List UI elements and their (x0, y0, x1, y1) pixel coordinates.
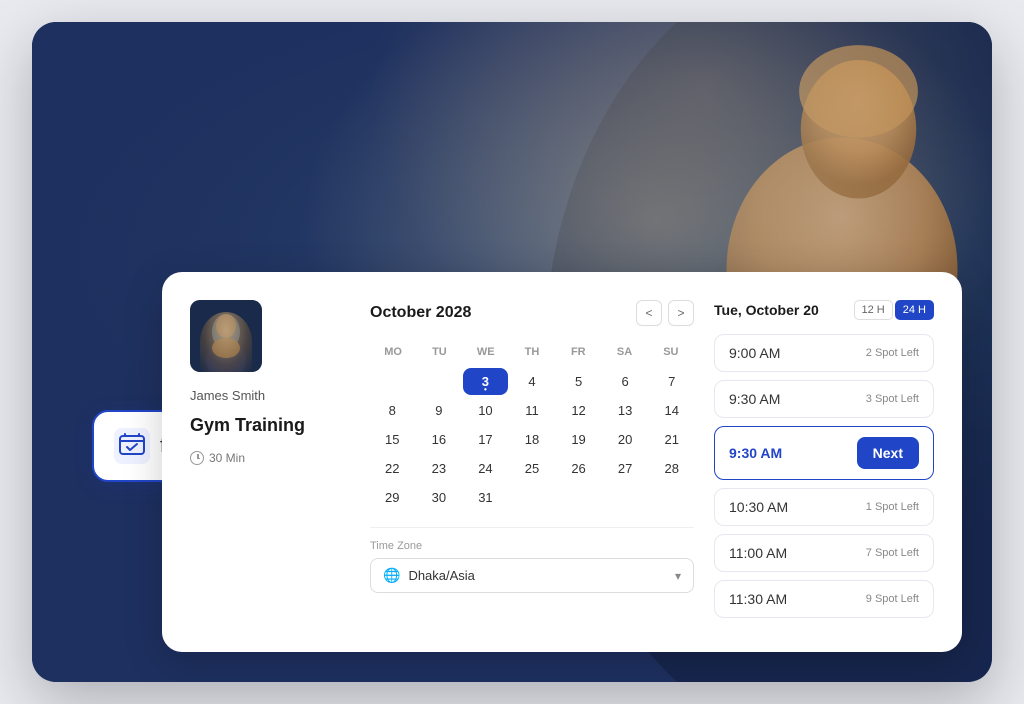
day-header-tu: TU (416, 342, 462, 362)
time-slots-panel: Tue, October 20 12 H 24 H 9:00 AM 2 Spot… (714, 300, 934, 624)
day-cell (417, 368, 462, 395)
calendar-grid: MO TU WE TH FR SA SU 34567 891011121314 15… (370, 342, 694, 511)
selected-date: Tue, October 20 (714, 302, 819, 318)
day-cell[interactable]: 9 (417, 397, 462, 424)
slot-right-active: Next (857, 437, 919, 469)
slot-time: 11:30 AM (729, 591, 787, 607)
day-cell[interactable]: 17 (463, 426, 508, 453)
app-frame: fluentBooking James Smith Gym Training 3… (32, 22, 992, 682)
trainer-info-panel: James Smith Gym Training 30 Min (190, 300, 350, 624)
timezone-select[interactable]: 🌐 Dhaka/Asia ▾ (370, 558, 694, 593)
day-cell[interactable]: 12 (556, 397, 601, 424)
slot-right: 2 Spot Left (866, 347, 919, 359)
booking-card: James Smith Gym Training 30 Min October … (162, 272, 962, 652)
day-cell[interactable]: 22 (370, 455, 415, 482)
slot-right: 9 Spot Left (866, 593, 919, 605)
day-headers: MO TU WE TH FR SA SU (370, 342, 694, 362)
chevron-down-icon: ▾ (675, 569, 681, 583)
day-cell[interactable]: 15 (370, 426, 415, 453)
day-cell[interactable]: 28 (649, 455, 694, 482)
time-slots-list: 9:00 AM 2 Spot Left 9:30 AM 3 Spot Left … (714, 334, 934, 618)
day-header-mo: MO (370, 342, 416, 362)
trainer-name: James Smith (190, 388, 350, 403)
24h-format-button[interactable]: 24 H (895, 300, 934, 320)
day-cell[interactable]: 13 (603, 397, 648, 424)
day-cell[interactable]: 27 (603, 455, 648, 482)
slot-time: 11:00 AM (729, 545, 787, 561)
trainer-avatar (190, 300, 262, 372)
clock-icon (190, 451, 204, 465)
day-cell[interactable]: 20 (603, 426, 648, 453)
slot-spots: 2 Spot Left (866, 347, 919, 359)
slot-right: 3 Spot Left (866, 393, 919, 405)
day-cell[interactable]: 4 (510, 368, 555, 395)
day-header-we: WE (463, 342, 509, 362)
slot-time: 9:00 AM (729, 345, 780, 361)
day-cell[interactable]: 19 (556, 426, 601, 453)
slot-time: 9:30 AM (729, 391, 780, 407)
time-format-toggle: 12 H 24 H (854, 300, 935, 320)
brand-icon (114, 428, 150, 464)
day-cell[interactable]: 24 (463, 455, 508, 482)
day-cell (556, 484, 601, 511)
days-grid: 3456789101112131415161718192021222324252… (370, 368, 694, 511)
day-cell (649, 484, 694, 511)
slot-time-active: 9:30 AM (729, 445, 782, 461)
day-cell (510, 484, 555, 511)
day-cell[interactable]: 21 (649, 426, 694, 453)
day-cell[interactable]: 8 (370, 397, 415, 424)
day-cell[interactable]: 7 (649, 368, 694, 395)
slot-time: 10:30 AM (729, 499, 788, 515)
day-cell[interactable]: 30 (417, 484, 462, 511)
slot-spots: 9 Spot Left (866, 593, 919, 605)
day-header-sa: SA (601, 342, 647, 362)
day-cell (603, 484, 648, 511)
timezone-row: Time Zone 🌐 Dhaka/Asia ▾ (370, 527, 694, 593)
time-slot[interactable]: 9:30 AM 3 Spot Left (714, 380, 934, 418)
next-button[interactable]: Next (857, 437, 919, 469)
day-cell[interactable]: 29 (370, 484, 415, 511)
day-header-su: SU (648, 342, 694, 362)
prev-month-button[interactable]: < (636, 300, 662, 326)
day-cell[interactable]: 31 (463, 484, 508, 511)
time-slot[interactable]: 11:30 AM 9 Spot Left (714, 580, 934, 618)
12h-format-button[interactable]: 12 H (854, 300, 893, 320)
day-cell[interactable]: 25 (510, 455, 555, 482)
nav-buttons: < > (636, 300, 694, 326)
day-cell[interactable]: 14 (649, 397, 694, 424)
day-cell[interactable]: 11 (510, 397, 555, 424)
day-cell[interactable]: 10 (463, 397, 508, 424)
time-slot[interactable]: 9:00 AM 2 Spot Left (714, 334, 934, 372)
day-header-th: TH (509, 342, 555, 362)
calendar-panel: October 2028 < > MO TU WE TH FR SA SU (370, 300, 694, 624)
day-cell[interactable]: 23 (417, 455, 462, 482)
time-slot[interactable]: 10:30 AM 1 Spot Left (714, 488, 934, 526)
day-cell[interactable]: 26 (556, 455, 601, 482)
slot-right: 1 Spot Left (866, 501, 919, 513)
slot-spots: 3 Spot Left (866, 393, 919, 405)
time-panel-header: Tue, October 20 12 H 24 H (714, 300, 934, 320)
timezone-value: Dhaka/Asia (408, 568, 474, 583)
service-duration: 30 Min (190, 451, 350, 465)
day-cell[interactable]: 18 (510, 426, 555, 453)
timezone-label: Time Zone (370, 540, 694, 552)
day-cell[interactable]: 16 (417, 426, 462, 453)
globe-icon: 🌐 (383, 567, 400, 584)
slot-right: 7 Spot Left (866, 547, 919, 559)
day-cell (370, 368, 415, 395)
time-slot-active[interactable]: 9:30 AM Next (714, 426, 934, 480)
calendar-header: October 2028 < > (370, 300, 694, 326)
service-name: Gym Training (190, 415, 350, 437)
timezone-left: 🌐 Dhaka/Asia (383, 567, 475, 584)
next-month-button[interactable]: > (668, 300, 694, 326)
time-slot[interactable]: 11:00 AM 7 Spot Left (714, 534, 934, 572)
day-cell[interactable]: 3 (463, 368, 508, 395)
day-cell[interactable]: 6 (603, 368, 648, 395)
calendar-title: October 2028 (370, 304, 471, 322)
day-header-fr: FR (555, 342, 601, 362)
slot-spots: 1 Spot Left (866, 501, 919, 513)
slot-spots: 7 Spot Left (866, 547, 919, 559)
day-cell[interactable]: 5 (556, 368, 601, 395)
